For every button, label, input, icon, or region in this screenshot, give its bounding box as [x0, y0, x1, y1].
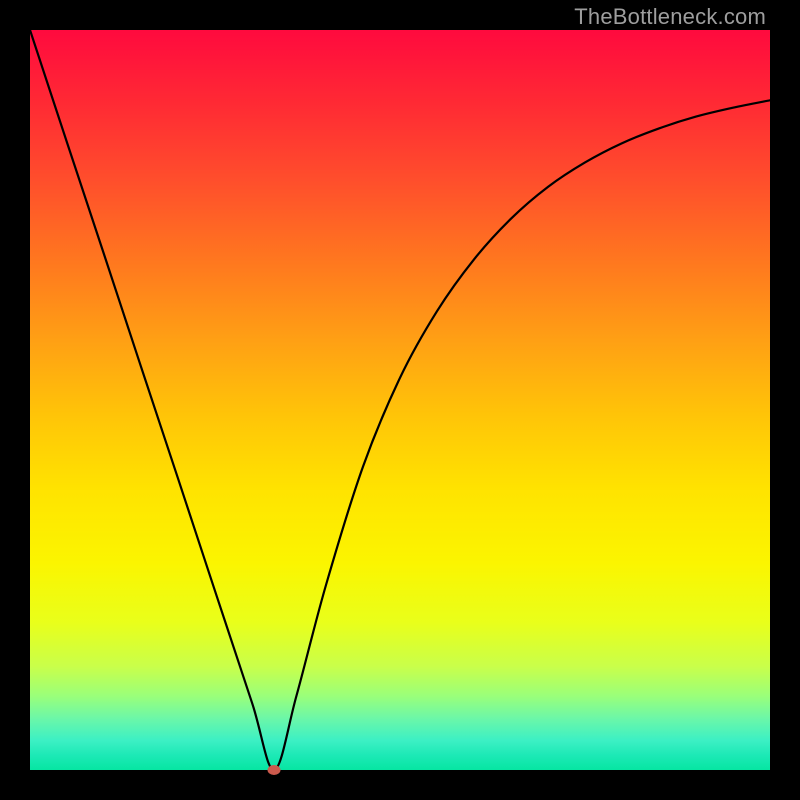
plot-area [30, 30, 770, 770]
minimum-point-marker [268, 765, 281, 775]
watermark-text: TheBottleneck.com [574, 4, 766, 30]
chart-frame: TheBottleneck.com [0, 0, 800, 800]
bottleneck-curve [30, 30, 770, 770]
bottleneck-curve-svg [30, 30, 770, 770]
